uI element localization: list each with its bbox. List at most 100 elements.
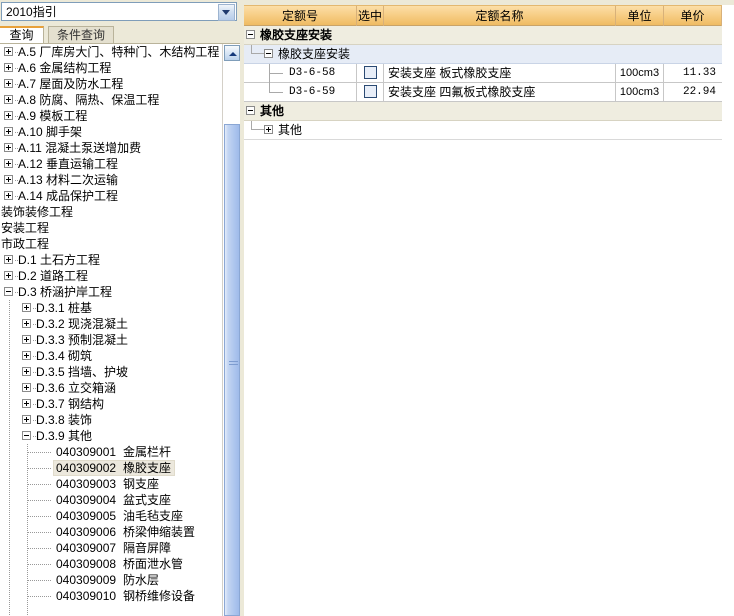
tree-node[interactable]: D.2 道路工程 [1, 268, 223, 284]
grid-collapse-icon[interactable] [246, 30, 255, 39]
tree-expand-icon[interactable] [22, 319, 31, 328]
tree-leaf[interactable]: 040309003 钢支座 [1, 476, 223, 492]
tree-collapse-icon[interactable] [4, 287, 13, 296]
tree-expand-icon[interactable] [4, 79, 13, 88]
tree-leaf-label: 金属栏杆 [123, 445, 172, 459]
grid-header-row: 定额号 选中 定额名称 单位 单价 [244, 5, 722, 26]
tree-leaf[interactable]: 040309009 防水层 [1, 572, 223, 588]
tree-expand-icon[interactable] [4, 111, 13, 120]
tree-node[interactable]: 安装工程 [1, 220, 223, 236]
tree-expand-icon[interactable] [22, 335, 31, 344]
tree-node[interactable]: D.3 桥涵护岸工程 [1, 284, 223, 300]
tree-node[interactable]: D.3.3 预制混凝土 [1, 332, 223, 348]
tree-leaf-code: 040309006 [56, 525, 117, 539]
tree-node[interactable]: D.3.8 装饰 [1, 412, 223, 428]
tree-node-label: A.7 屋面及防水工程 [18, 77, 124, 91]
tree-expand-icon[interactable] [4, 63, 13, 72]
grid-collapse-icon[interactable] [264, 49, 273, 58]
tab-condition-query[interactable]: 条件查询 [48, 26, 114, 44]
catalog-tree[interactable]: A.5 厂库房大门、特种门、木结构工程 A.6 金属结构工程 A.7 屋面及防水工程… [0, 44, 243, 616]
grid-cell-unit: 100cm3 [616, 83, 664, 101]
grid-group-row[interactable]: 其他 [244, 102, 722, 121]
tree-node-label: 安装工程 [1, 221, 50, 235]
grid-collapse-icon[interactable] [246, 106, 255, 115]
tree-node[interactable]: 市政工程 [1, 236, 223, 252]
grid-cell-code: D3-6-58 [244, 64, 357, 82]
tree-node[interactable]: D.3.1 桩基 [1, 300, 223, 316]
tree-node[interactable]: A.13 材料二次运输 [1, 172, 223, 188]
tree-node[interactable]: D.3.4 砌筑 [1, 348, 223, 364]
tree-vertical-scrollbar[interactable] [222, 44, 241, 616]
catalog-combobox[interactable]: 2010指引 [1, 2, 237, 21]
tree-node[interactable]: A.14 成品保护工程 [1, 188, 223, 204]
tree-leaf[interactable]: 040309008 桥面泄水管 [1, 556, 223, 572]
tree-expand-icon[interactable] [22, 383, 31, 392]
tree-leaf-selected[interactable]: 040309002 橡胶支座 [1, 460, 223, 476]
tree-node[interactable]: D.3.2 现浇混凝土 [1, 316, 223, 332]
tree-node[interactable]: D.3.5 挡墙、护坡 [1, 364, 223, 380]
tree-expand-icon[interactable] [4, 271, 13, 280]
row-select-checkbox[interactable] [364, 85, 377, 98]
grid-group-label: 其他 [260, 104, 285, 118]
tree-expand-icon[interactable] [4, 159, 13, 168]
tree-expand-icon[interactable] [22, 367, 31, 376]
tree-expand-icon[interactable] [22, 415, 31, 424]
catalog-combo-row: 2010指引 [0, 0, 242, 24]
tree-node[interactable]: D.3.6 立交箱涵 [1, 380, 223, 396]
grid-column-header[interactable]: 定额名称 [384, 6, 616, 26]
tree-node[interactable]: A.11 混凝土泵送增加费 [1, 140, 223, 156]
tree-expand-icon[interactable] [4, 143, 13, 152]
quota-query-window: 2010指引 查询 条件查询 A.5 厂库房大门、特种门、木结构工程 A.6 金属… [0, 0, 734, 616]
tree-leaf[interactable]: 040309007 隔音屏障 [1, 540, 223, 556]
grid-column-header[interactable]: 选中 [357, 6, 384, 26]
grid-cell-select[interactable] [357, 64, 384, 82]
tree-expand-icon[interactable] [4, 127, 13, 136]
tree-leaf[interactable]: 040309010 钢桥维修设备 [1, 588, 223, 604]
tree-leaf[interactable]: 040309005 油毛毡支座 [1, 508, 223, 524]
scroll-up-arrow-icon[interactable] [224, 45, 240, 61]
tree-node[interactable]: A.12 垂直运输工程 [1, 156, 223, 172]
tree-expand-icon[interactable] [4, 175, 13, 184]
tree-expand-icon[interactable] [4, 255, 13, 264]
tree-node[interactable]: A.6 金属结构工程 [1, 60, 223, 76]
grid-subgroup-row[interactable]: 其他 [244, 121, 722, 140]
grid-cell-select[interactable] [357, 83, 384, 101]
tree-expand-icon[interactable] [4, 47, 13, 56]
tree-expand-icon[interactable] [22, 399, 31, 408]
tree-node[interactable]: D.3.7 钢结构 [1, 396, 223, 412]
grid-column-header[interactable]: 单价 [664, 6, 722, 26]
grid-subgroup-row[interactable]: 橡胶支座安装 [244, 45, 722, 64]
grid-column-header[interactable]: 定额号 [244, 6, 357, 26]
grid-body[interactable]: 橡胶支座安装 橡胶支座安装 D3-6-58 安装支座 板式橡胶支座 100cm3 11.3… [244, 26, 722, 144]
scrollbar-thumb[interactable] [224, 124, 240, 616]
tree-leaf[interactable]: 040309001 金属栏杆 [1, 444, 223, 460]
grid-data-row[interactable]: D3-6-59 安装支座 四氟板式橡胶支座 100cm3 22.94 [244, 83, 722, 102]
tree-node[interactable]: D.3.9 其他 [1, 428, 223, 444]
tree-leaf-code: 040309010 [56, 589, 117, 603]
tree-expand-icon[interactable] [4, 95, 13, 104]
tree-leaf[interactable]: 040309004 盆式支座 [1, 492, 223, 508]
tree-leaf-label: 隔音屏障 [123, 541, 172, 555]
tab-query[interactable]: 查询 [0, 26, 44, 44]
grid-expand-icon[interactable] [264, 125, 273, 134]
grid-group-row[interactable]: 橡胶支座安装 [244, 26, 722, 45]
row-select-checkbox[interactable] [364, 66, 377, 79]
tree-node[interactable]: A.7 屋面及防水工程 [1, 76, 223, 92]
tree-expand-icon[interactable] [4, 191, 13, 200]
tree-expand-icon[interactable] [22, 351, 31, 360]
tree-node[interactable]: A.10 脚手架 [1, 124, 223, 140]
tree-node-label: A.10 脚手架 [18, 125, 83, 139]
tree-node[interactable]: A.5 厂库房大门、特种门、木结构工程 [1, 44, 223, 60]
chevron-down-icon[interactable] [218, 4, 235, 21]
tree-leaf-label: 油毛毡支座 [123, 509, 184, 523]
tree-collapse-icon[interactable] [22, 431, 31, 440]
grid-column-header[interactable]: 单位 [616, 6, 664, 26]
tree-leaf[interactable]: 040309006 桥梁伸缩装置 [1, 524, 223, 540]
tree-node[interactable]: A.8 防腐、隔热、保温工程 [1, 92, 223, 108]
tree-node[interactable]: 装饰装修工程 [1, 204, 223, 220]
tree-node[interactable]: A.9 模板工程 [1, 108, 223, 124]
grid-data-row[interactable]: D3-6-58 安装支座 板式橡胶支座 100cm3 11.33 [244, 64, 722, 83]
tree-node[interactable]: D.1 土石方工程 [1, 252, 223, 268]
tree-leaf-label: 防水层 [123, 573, 160, 587]
tree-expand-icon[interactable] [22, 303, 31, 312]
